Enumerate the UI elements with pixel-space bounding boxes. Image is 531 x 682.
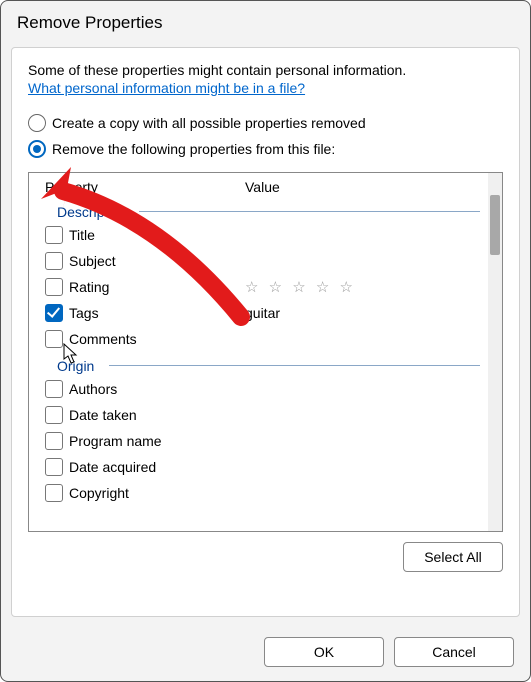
radio-icon [28,140,46,158]
checkbox[interactable] [45,484,63,502]
property-label: Program name [69,433,245,449]
ok-button[interactable]: OK [264,637,384,667]
property-row-date-acquired[interactable]: Date acquired [29,454,488,480]
property-label: Rating [69,279,245,295]
scrollbar-thumb[interactable] [490,195,500,255]
radio-create-copy[interactable]: Create a copy with all possible properti… [28,114,503,132]
property-row-program-name[interactable]: Program name [29,428,488,454]
property-row-subject[interactable]: Subject [29,248,488,274]
below-list-row: Select All [28,542,503,572]
checkbox[interactable] [45,226,63,244]
group-description: Description [29,198,488,222]
intro-text: Some of these properties might contain p… [28,62,503,78]
property-label: Date acquired [69,459,245,475]
checkbox[interactable] [45,252,63,270]
cancel-button[interactable]: Cancel [394,637,514,667]
property-row-rating[interactable]: Rating ☆ ☆ ☆ ☆ ☆ [29,274,488,300]
checkbox[interactable] [45,380,63,398]
property-label: Copyright [69,485,245,501]
column-value: Value [245,179,488,195]
checkbox[interactable] [45,432,63,450]
dialog-body: Some of these properties might contain p… [11,47,520,617]
property-row-comments[interactable]: Comments [29,326,488,352]
property-label: Subject [69,253,245,269]
list-header[interactable]: Property Value [29,177,488,198]
property-label: Authors [69,381,245,397]
select-all-button[interactable]: Select All [403,542,503,572]
radio-label: Remove the following properties from thi… [52,141,335,157]
property-row-title[interactable]: Title [29,222,488,248]
property-row-date-taken[interactable]: Date taken [29,402,488,428]
radio-label: Create a copy with all possible properti… [52,115,366,131]
checkbox[interactable] [45,330,63,348]
group-origin: Origin [29,352,488,376]
checkbox[interactable] [45,278,63,296]
info-link[interactable]: What personal information might be in a … [28,80,503,96]
property-row-authors[interactable]: Authors [29,376,488,402]
list-content: Property Value Description Title Subject [29,173,488,531]
dialog-footer: OK Cancel [1,627,530,681]
property-label: Title [69,227,245,243]
property-label: Tags [69,305,245,321]
property-label: Date taken [69,407,245,423]
checkbox[interactable] [45,406,63,424]
properties-listbox: Property Value Description Title Subject [28,172,503,532]
checkbox[interactable] [45,304,63,322]
dialog-title: Remove Properties [1,1,530,39]
scrollbar[interactable] [488,173,502,531]
property-label: Comments [69,331,245,347]
property-row-tags[interactable]: Tags guitar [29,300,488,326]
radio-remove-following[interactable]: Remove the following properties from thi… [28,140,503,158]
rating-stars: ☆ ☆ ☆ ☆ ☆ [245,278,488,296]
property-row-copyright[interactable]: Copyright [29,480,488,506]
property-value: guitar [245,305,488,321]
column-property: Property [45,179,245,195]
checkbox[interactable] [45,458,63,476]
remove-properties-dialog: Remove Properties Some of these properti… [0,0,531,682]
radio-icon [28,114,46,132]
